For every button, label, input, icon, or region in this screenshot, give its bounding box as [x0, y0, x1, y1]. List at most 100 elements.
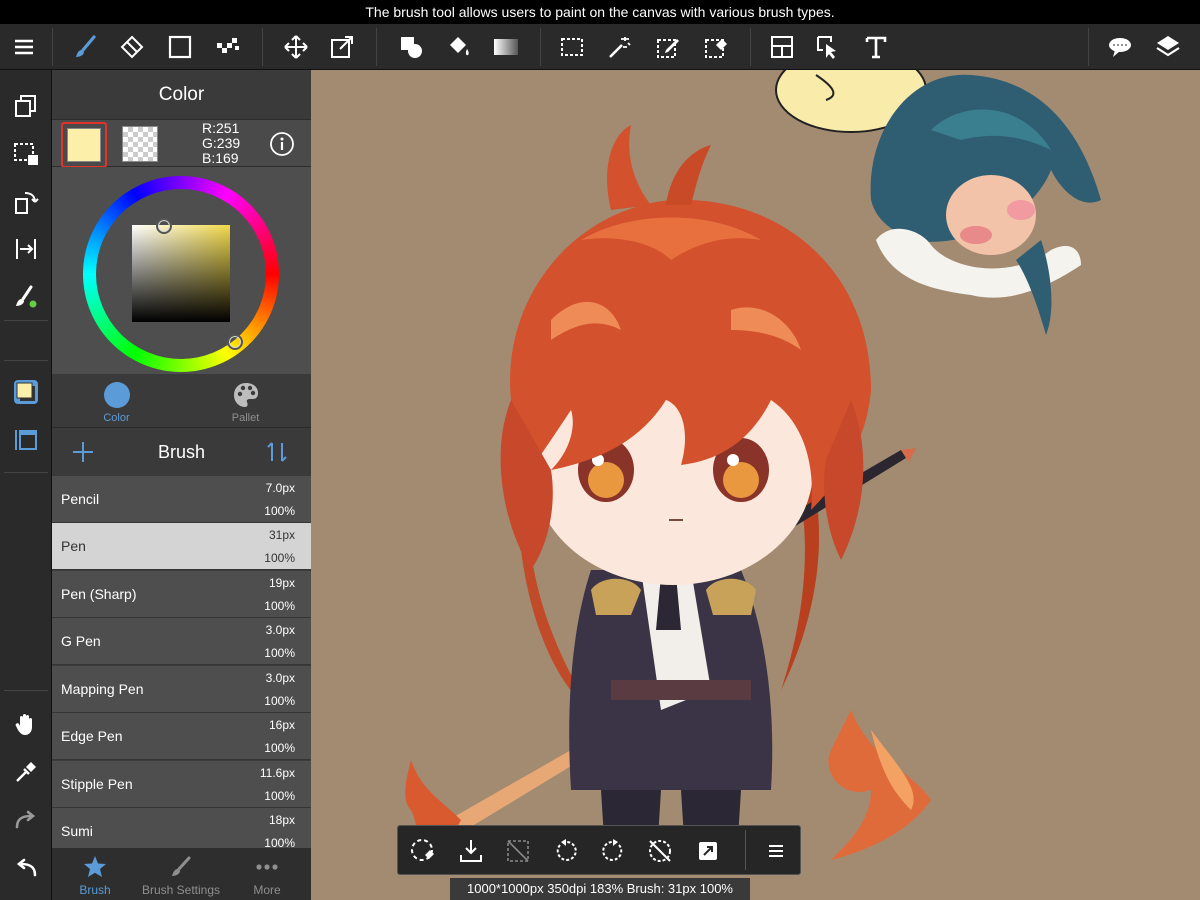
brush-settings-icon — [172, 856, 191, 876]
add-brush-icon[interactable] — [70, 439, 96, 465]
brush-row-sumi[interactable]: Sumi 18px 100% — [52, 808, 311, 848]
rotation-reset-icon[interactable] — [644, 835, 676, 867]
rotate-canvas-icon[interactable] — [10, 186, 42, 218]
tab-pallet[interactable]: Pallet — [181, 374, 310, 428]
app-window: The brush tool allows users to paint on … — [0, 0, 1200, 900]
brush-tool-icon[interactable] — [70, 31, 102, 63]
saturation-value-square[interactable] — [132, 225, 230, 322]
top-toolbar — [0, 24, 1200, 70]
star-icon — [84, 856, 106, 877]
brush-row-mapping-pen[interactable]: Mapping Pen 3.0px 100% — [52, 666, 311, 713]
tab-more[interactable]: More — [224, 848, 310, 900]
hue-picker-knob[interactable] — [227, 334, 243, 350]
tab-brush-label: Brush — [79, 883, 111, 897]
magic-wand-icon[interactable] — [604, 31, 636, 63]
speech-bubble-icon[interactable] — [1104, 31, 1136, 63]
selection-clear-icon[interactable] — [10, 138, 42, 170]
brush-row-pen-sharp[interactable]: Pen (Sharp) 19px 100% — [52, 571, 311, 618]
menu-icon[interactable] — [8, 31, 40, 63]
canvas-quick-toolbar — [397, 825, 801, 875]
layers-icon[interactable] — [1152, 31, 1184, 63]
rotate-left-icon[interactable] — [550, 835, 582, 867]
left-tool-strip — [0, 70, 52, 900]
flip-canvas-icon[interactable] — [10, 233, 42, 265]
rgb-g-value: G:239 — [202, 135, 241, 151]
pages-icon[interactable] — [10, 90, 42, 122]
fill-shape-tool-icon[interactable] — [395, 31, 427, 63]
tab-more-label: More — [253, 883, 281, 897]
side-panel: Color R:251 G:239 B:169 Color Pallet Bru… — [52, 70, 311, 900]
dot-pen-tool-icon[interactable] — [212, 31, 244, 63]
color-info-row: R:251 G:239 B:169 — [52, 119, 311, 168]
sv-picker-knob[interactable] — [156, 218, 172, 234]
brush-row-pencil[interactable]: Pencil 7.0px 100% — [52, 476, 311, 523]
select-eraser-icon[interactable] — [700, 31, 732, 63]
select-tool-icon[interactable] — [556, 31, 588, 63]
rotate-right-icon[interactable] — [597, 835, 629, 867]
brush-size: 3.0px — [265, 623, 295, 637]
brush-row-pen[interactable]: Pen 31px 100% — [52, 523, 311, 570]
brush-row-g-pen[interactable]: G Pen 3.0px 100% — [52, 618, 311, 665]
brush-name: G Pen — [61, 633, 101, 649]
tab-color[interactable]: Color — [52, 374, 181, 428]
brush-opacity: 100% — [264, 741, 295, 755]
eyedropper-icon[interactable] — [10, 756, 42, 788]
panel-toggle-icon[interactable] — [10, 424, 42, 456]
eraser-tool-icon[interactable] — [116, 31, 148, 63]
main-color-swatch[interactable] — [61, 122, 107, 168]
brush-opacity: 100% — [264, 646, 295, 660]
brush-list: Pencil 7.0px 100% Pen 31px 100% Pen (Sha… — [52, 476, 311, 848]
color-swatch-icon[interactable] — [10, 376, 42, 408]
tab-brush-settings-label: Brush Settings — [141, 883, 221, 897]
info-icon[interactable] — [269, 131, 295, 157]
rgb-readout: R:251 G:239 B:169 — [202, 121, 240, 166]
gradient-tool-icon[interactable] — [490, 31, 522, 63]
select-pen-icon[interactable] — [652, 31, 684, 63]
rgb-b-value: B:169 — [202, 150, 239, 166]
operation-tool-icon[interactable] — [812, 31, 844, 63]
import-icon[interactable] — [455, 835, 487, 867]
frame-divider-icon[interactable] — [766, 31, 798, 63]
hand-icon[interactable] — [10, 708, 42, 740]
tab-brush[interactable]: Brush — [52, 848, 138, 900]
brush-size: 18px — [268, 813, 295, 827]
share-icon[interactable] — [692, 835, 724, 867]
brush-row-edge-pen[interactable]: Edge Pen 16px 100% — [52, 713, 311, 760]
color-wheel-area — [52, 167, 311, 374]
drawing-canvas[interactable] — [311, 70, 1200, 900]
status-bar: 1000*1000px 350dpi 183% Brush: 31px 100% — [450, 878, 750, 900]
brush-opacity: 100% — [264, 599, 295, 613]
deselect-icon[interactable] — [502, 835, 534, 867]
text-tool-icon[interactable] — [860, 31, 892, 63]
canvas-menu-icon[interactable] — [760, 835, 792, 867]
brush-opacity: 100% — [264, 551, 295, 565]
brush-name: Pencil — [61, 491, 100, 507]
brush-opacity: 100% — [264, 504, 295, 518]
bottom-tabs: Brush Brush Settings More — [52, 848, 311, 900]
palette-icon — [233, 383, 258, 407]
shape-tool-icon[interactable] — [164, 31, 196, 63]
transform-tool-icon[interactable] — [326, 31, 358, 63]
more-icon — [256, 864, 278, 870]
clear-layer-icon[interactable] — [407, 835, 439, 867]
tab-pallet-label: Pallet — [231, 412, 260, 424]
color-tabs: Color Pallet — [52, 374, 311, 428]
brush-color-icon[interactable] — [10, 281, 42, 313]
undo-icon[interactable] — [10, 852, 42, 884]
brush-row-stipple-pen[interactable]: Stipple Pen 11.6px 100% — [52, 761, 311, 808]
sort-icon[interactable] — [264, 439, 290, 465]
sub-color-swatch[interactable] — [122, 126, 158, 162]
artwork-illustration — [405, 70, 1101, 870]
brush-size: 16px — [268, 718, 295, 732]
move-tool-icon[interactable] — [280, 31, 312, 63]
redo-icon[interactable] — [10, 804, 42, 836]
brush-opacity: 100% — [264, 789, 295, 803]
bucket-tool-icon[interactable] — [442, 31, 474, 63]
brush-size: 7.0px — [265, 481, 295, 495]
rgb-r-value: R:251 — [202, 120, 240, 136]
brush-size: 19px — [268, 576, 295, 590]
tab-brush-settings[interactable]: Brush Settings — [138, 848, 224, 900]
circle-icon — [103, 382, 130, 408]
brush-name: Mapping Pen — [61, 681, 144, 697]
brush-panel-header: Brush — [52, 428, 311, 476]
